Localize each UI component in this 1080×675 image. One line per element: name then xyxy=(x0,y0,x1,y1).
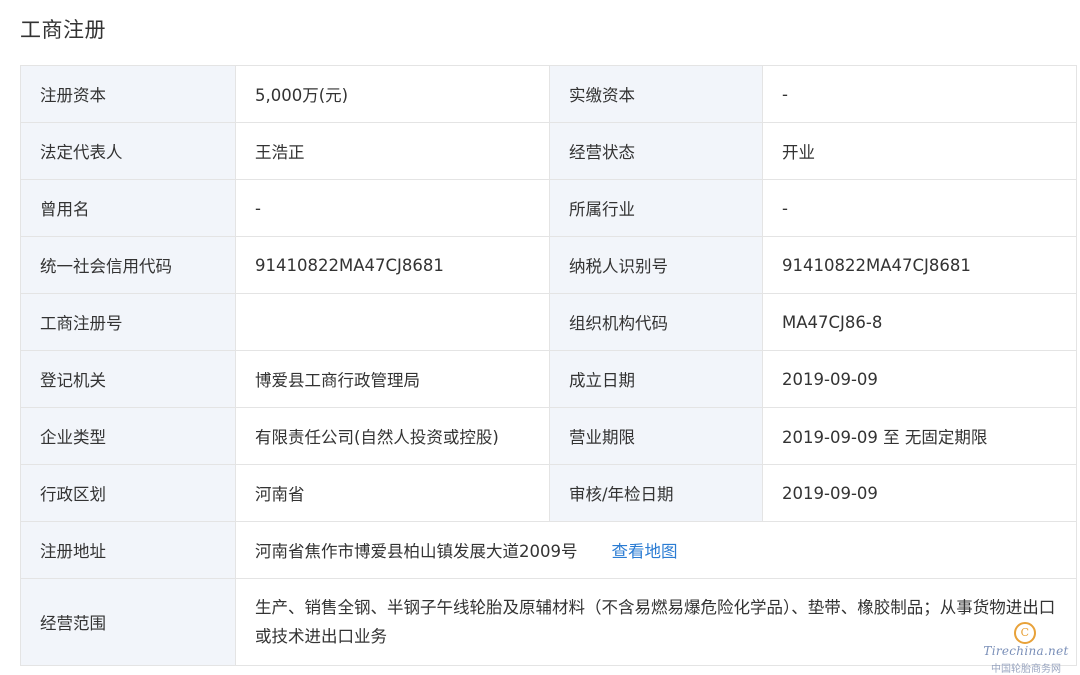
table-row: 行政区划 河南省 审核/年检日期 2019-09-09 xyxy=(20,464,1077,522)
field-label: 营业期限 xyxy=(549,407,763,465)
table-row-scope: 经营范围 生产、销售全钢、半钢子午线轮胎及原辅材料（不含易燃易爆危险化学品）、垫… xyxy=(20,578,1077,666)
field-value xyxy=(235,293,550,351)
field-value: 2019-09-09 至 无固定期限 xyxy=(762,407,1077,465)
field-value: - xyxy=(762,179,1077,237)
field-label: 组织机构代码 xyxy=(549,293,763,351)
field-value: MA47CJ86-8 xyxy=(762,293,1077,351)
field-value: 有限责任公司(自然人投资或控股) xyxy=(235,407,550,465)
field-label: 企业类型 xyxy=(20,407,236,465)
field-value: - xyxy=(235,179,550,237)
field-label: 注册资本 xyxy=(20,65,236,123)
field-label: 所属行业 xyxy=(549,179,763,237)
field-value: - xyxy=(762,65,1077,123)
table-row: 曾用名 - 所属行业 - xyxy=(20,179,1077,237)
field-label: 经营状态 xyxy=(549,122,763,180)
field-value: 河南省 xyxy=(235,464,550,522)
field-value: 5,000万(元) xyxy=(235,65,550,123)
table-row: 工商注册号 组织机构代码 MA47CJ86-8 xyxy=(20,293,1077,351)
table-row: 统一社会信用代码 91410822MA47CJ8681 纳税人识别号 91410… xyxy=(20,236,1077,294)
field-label: 实缴资本 xyxy=(549,65,763,123)
view-map-link[interactable]: 查看地图 xyxy=(612,542,678,561)
field-label: 登记机关 xyxy=(20,350,236,408)
field-value: 2019-09-09 xyxy=(762,464,1077,522)
table-row: 企业类型 有限责任公司(自然人投资或控股) 营业期限 2019-09-09 至 … xyxy=(20,407,1077,465)
field-value: 开业 xyxy=(762,122,1077,180)
field-label: 工商注册号 xyxy=(20,293,236,351)
scope-label: 经营范围 xyxy=(20,578,236,666)
field-label: 纳税人识别号 xyxy=(549,236,763,294)
field-label: 法定代表人 xyxy=(20,122,236,180)
field-label: 统一社会信用代码 xyxy=(20,236,236,294)
site-watermark: CTirechina.net 中国轮胎商务网 xyxy=(976,622,1076,675)
table-row: 法定代表人 王浩正 经营状态 开业 xyxy=(20,122,1077,180)
watermark-logo-text: Tirechina.net xyxy=(983,644,1069,658)
registration-table-body: 注册资本 5,000万(元) 实缴资本 - 法定代表人 王浩正 经营状态 开业 … xyxy=(20,65,1077,666)
section-title: 工商注册 xyxy=(20,18,106,42)
field-value: 王浩正 xyxy=(235,122,550,180)
field-label: 行政区划 xyxy=(20,464,236,522)
watermark-caption: 中国轮胎商务网 xyxy=(991,664,1061,675)
table-row: 注册资本 5,000万(元) 实缴资本 - xyxy=(20,65,1077,123)
field-value: 91410822MA47CJ8681 xyxy=(235,236,550,294)
address-label: 注册地址 xyxy=(20,521,236,579)
watermark-logo: CTirechina.net xyxy=(976,622,1076,658)
table-row-address: 注册地址 河南省焦作市博爱县柏山镇发展大道2009号 查看地图 xyxy=(20,521,1077,579)
field-label: 成立日期 xyxy=(549,350,763,408)
tire-logo-icon: C xyxy=(1014,622,1036,644)
registration-table: 注册资本 5,000万(元) 实缴资本 - 法定代表人 王浩正 经营状态 开业 … xyxy=(20,65,1077,666)
address-cell: 河南省焦作市博爱县柏山镇发展大道2009号 查看地图 xyxy=(235,521,1077,579)
address-value: 河南省焦作市博爱县柏山镇发展大道2009号 xyxy=(255,542,578,561)
field-value: 2019-09-09 xyxy=(762,350,1077,408)
field-label: 审核/年检日期 xyxy=(549,464,763,522)
field-value: 博爱县工商行政管理局 xyxy=(235,350,550,408)
field-value: 91410822MA47CJ8681 xyxy=(762,236,1077,294)
table-row: 登记机关 博爱县工商行政管理局 成立日期 2019-09-09 xyxy=(20,350,1077,408)
scope-value: 生产、销售全钢、半钢子午线轮胎及原辅材料（不含易燃易爆危险化学品）、垫带、橡胶制… xyxy=(235,578,1077,666)
field-label: 曾用名 xyxy=(20,179,236,237)
